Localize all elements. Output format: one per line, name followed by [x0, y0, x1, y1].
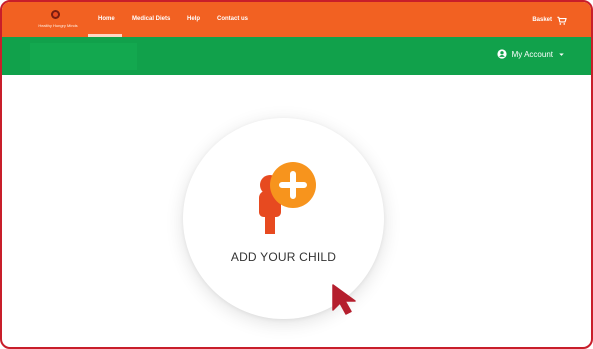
- app-frame: Healthy Hungry Minds Home Medical Diets …: [0, 0, 593, 349]
- basket-label: Basket: [532, 17, 552, 23]
- user-circle-icon: [497, 49, 507, 59]
- my-account-label: My Account: [511, 49, 553, 59]
- logo-mark-icon: [51, 10, 60, 19]
- brand-logo[interactable]: Healthy Hungry Minds: [30, 8, 80, 34]
- nav-item-help[interactable]: Help: [187, 16, 200, 22]
- top-navigation-bar: Healthy Hungry Minds Home Medical Diets …: [2, 2, 591, 37]
- child-add-icon: [259, 162, 316, 234]
- brand-name: Healthy Hungry Minds: [38, 23, 78, 28]
- cart-icon: [557, 16, 567, 25]
- brand-banner-area: [30, 43, 137, 70]
- add-your-child-label[interactable]: ADD YOUR CHILD: [183, 250, 384, 264]
- nav-item-contact-us[interactable]: Contact us: [217, 16, 248, 22]
- my-account-menu[interactable]: My Account: [497, 49, 565, 59]
- nav-item-home[interactable]: Home: [98, 16, 115, 22]
- nav-item-medical-diets[interactable]: Medical Diets: [132, 16, 170, 22]
- caret-down-icon: [559, 52, 564, 56]
- pointer-cursor-icon: [332, 284, 356, 315]
- basket-button[interactable]: Basket: [532, 14, 567, 26]
